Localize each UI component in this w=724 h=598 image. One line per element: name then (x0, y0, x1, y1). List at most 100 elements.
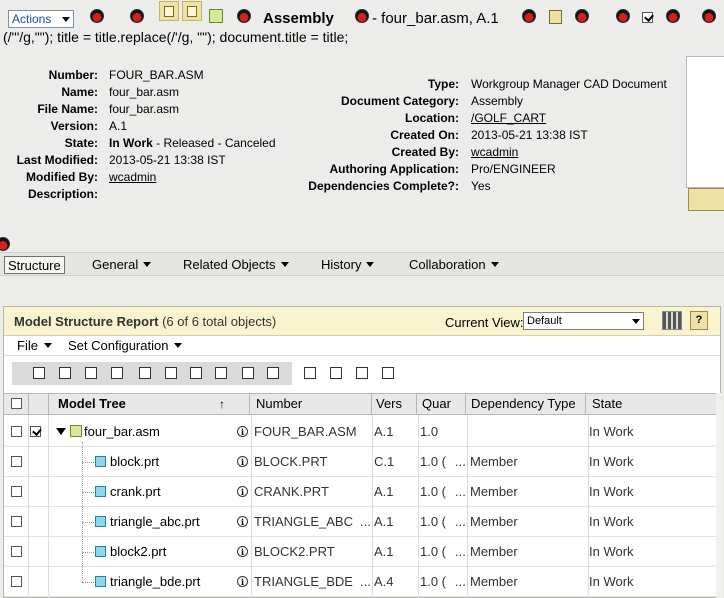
bug-icon[interactable] (575, 9, 589, 23)
check-in-icon[interactable] (136, 364, 154, 382)
info-value-version: A.1 (109, 119, 128, 133)
location-link[interactable]: /GOLF_CART (471, 111, 546, 125)
column-state[interactable]: State (588, 393, 712, 415)
bug-icon[interactable] (702, 9, 716, 23)
row-name[interactable]: four_bar.asm (84, 417, 234, 447)
state-lifecycle: - Released - Canceled (156, 136, 276, 150)
current-view-value: Default (527, 315, 562, 327)
row-checkbox[interactable] (11, 486, 22, 497)
row-state: In Work (589, 454, 634, 469)
help-icon[interactable]: ? (690, 311, 708, 330)
row-name[interactable]: triangle_bde.prt (110, 567, 234, 597)
check-out-icon[interactable] (108, 364, 126, 382)
table-scrollbar[interactable] (716, 393, 721, 598)
compare-icon[interactable] (353, 364, 371, 382)
tab-structure[interactable]: Structure (4, 256, 65, 274)
info-icon[interactable]: i (237, 486, 248, 497)
info-icon[interactable]: i (237, 516, 248, 527)
table-row[interactable]: triangle_bde.prt i TRIANGLE_BDE ... A.4 … (4, 567, 716, 597)
note-icon[interactable] (549, 10, 562, 24)
row-checkbox[interactable] (11, 576, 22, 587)
info-icon[interactable]: i (237, 456, 248, 467)
bug-icon[interactable] (130, 9, 144, 23)
bug-icon[interactable] (616, 9, 630, 23)
tree-guide-line (82, 552, 94, 553)
export-icon[interactable] (264, 364, 282, 382)
modified-by-link[interactable]: wcadmin (109, 170, 156, 184)
filter-icon[interactable] (379, 364, 397, 382)
column-quantity[interactable]: Quar (418, 393, 466, 415)
insert-icon[interactable] (187, 364, 205, 382)
bug-icon[interactable] (666, 9, 680, 23)
set-configuration-label: Set Configuration (68, 338, 169, 353)
tab-collaboration[interactable]: Collaboration (409, 257, 499, 272)
tab-history[interactable]: History (321, 257, 375, 272)
column-model-tree[interactable]: Model Tree (54, 393, 232, 415)
view-info-button[interactable] (159, 1, 179, 21)
file-menu-label: File (17, 338, 38, 353)
save-icon[interactable] (162, 364, 180, 382)
refresh-icon[interactable] (301, 364, 319, 382)
column-divider (588, 415, 589, 598)
view-list-icon[interactable] (327, 364, 345, 382)
checked-out-icon (642, 12, 653, 23)
bug-icon[interactable] (522, 9, 536, 23)
tree-collapse-toggle[interactable] (56, 428, 66, 435)
info-icon[interactable]: i (237, 546, 248, 557)
tree-guide-line (82, 462, 94, 463)
row-name[interactable]: block.prt (110, 447, 234, 477)
bug-icon[interactable] (0, 237, 10, 251)
row-checkbox[interactable] (11, 516, 22, 527)
bug-icon[interactable] (237, 9, 251, 23)
info-icon[interactable]: i (237, 426, 248, 437)
current-view-select[interactable]: Default (523, 312, 644, 330)
column-divider (48, 393, 49, 415)
info-icon[interactable]: i (237, 576, 248, 587)
info-value-name: four_bar.asm (109, 85, 180, 99)
row-name[interactable]: crank.prt (110, 477, 234, 507)
column-divider (48, 415, 49, 598)
view-thumbnail-button[interactable] (688, 188, 724, 211)
view-structure-button[interactable] (182, 1, 202, 21)
row-checkbox[interactable] (11, 426, 22, 437)
select-all-checkbox[interactable] (11, 398, 22, 409)
checkbox-box (11, 398, 22, 409)
chevron-down-icon (43, 343, 52, 348)
table-row[interactable]: block.prt i BLOCK.PRT C.1 1.0 ( ... Memb… (4, 447, 716, 477)
row-checkbox[interactable] (11, 546, 22, 557)
table-row[interactable]: block2.prt i BLOCK2.PRT A.1 1.0 ( ... Me… (4, 537, 716, 567)
tab-related-objects[interactable]: Related Objects (183, 257, 289, 272)
move-icon[interactable] (239, 364, 257, 382)
table-row[interactable]: four_bar.asm i FOUR_BAR.ASM A.1 1.0 In W… (4, 417, 716, 447)
replace-icon[interactable] (212, 364, 230, 382)
column-number[interactable]: Number (252, 393, 372, 415)
created-by-link[interactable]: wcadmin (471, 145, 518, 159)
tree-expand-icon[interactable] (56, 364, 74, 382)
table-view-icon[interactable] (662, 311, 682, 330)
row-version: A.4 (374, 574, 394, 589)
tab-general[interactable]: General (92, 257, 152, 272)
part-icon (95, 486, 106, 497)
table-row[interactable]: triangle_abc.prt i TRIANGLE_ABC ... A.1 … (4, 507, 716, 537)
bug-icon[interactable] (355, 9, 369, 23)
column-dependency-type[interactable]: Dependency Type (467, 393, 586, 415)
row-number: FOUR_BAR.ASM (254, 424, 357, 439)
row-version: A.1 (374, 514, 394, 529)
actions-menu-button[interactable]: Actions (8, 10, 74, 28)
file-menu[interactable]: File (17, 338, 52, 353)
sort-ascending-icon[interactable]: ↑ (219, 393, 225, 415)
row-checkbox[interactable] (11, 456, 22, 467)
row-name[interactable]: triangle_abc.prt (110, 507, 234, 537)
set-configuration-menu[interactable]: Set Configuration (68, 338, 183, 353)
expand-icon[interactable] (30, 364, 48, 382)
row-quantity: 1.0 (420, 424, 439, 439)
assembly-icon (70, 425, 82, 437)
info-label-created-on: Created On: (390, 128, 459, 142)
table-row[interactable]: crank.prt i CRANK.PRT A.1 1.0 ( ... Memb… (4, 477, 716, 507)
tree-collapse-icon[interactable] (82, 364, 100, 382)
row-version: A.1 (374, 424, 394, 439)
row-name[interactable]: block2.prt (110, 537, 234, 567)
bug-icon[interactable] (90, 9, 104, 23)
column-version[interactable]: Vers (372, 393, 417, 415)
column-divider (251, 415, 252, 598)
